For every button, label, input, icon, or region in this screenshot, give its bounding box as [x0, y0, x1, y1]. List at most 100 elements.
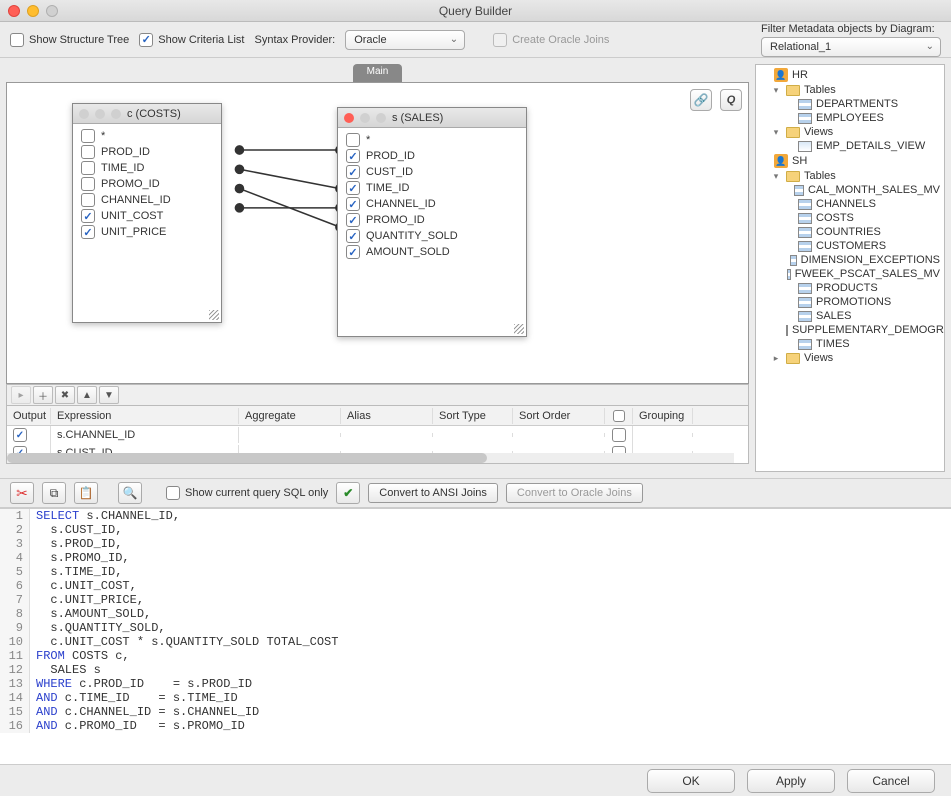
resize-handle[interactable]: [209, 310, 219, 320]
tree-twisty[interactable]: ▾: [770, 85, 782, 96]
table-max-button[interactable]: [376, 113, 386, 123]
show-criteria-list-checkbox[interactable]: [139, 33, 153, 47]
field-row[interactable]: TIME_ID: [75, 160, 219, 176]
table-close-button[interactable]: [79, 109, 89, 119]
field-checkbox[interactable]: [81, 145, 95, 159]
sql-line[interactable]: 14AND c.TIME_ID = s.TIME_ID: [0, 691, 951, 705]
field-checkbox[interactable]: [81, 209, 95, 223]
code-content[interactable]: AND c.CHANNEL_ID = s.CHANNEL_ID: [30, 705, 259, 719]
grid-row[interactable]: s.CHANNEL_ID: [7, 426, 748, 444]
tree-twisty[interactable]: ▸: [770, 353, 782, 364]
field-row[interactable]: TIME_ID: [340, 180, 524, 196]
field-checkbox[interactable]: [346, 181, 360, 195]
table-min-button[interactable]: [360, 113, 370, 123]
expression-cell[interactable]: s.CHANNEL_ID: [51, 427, 239, 443]
tree-node[interactable]: EMP_DETAILS_VIEW: [756, 139, 944, 153]
field-row[interactable]: CHANNEL_ID: [340, 196, 524, 212]
sql-line[interactable]: 1SELECT s.CHANNEL_ID,: [0, 509, 951, 523]
tree-node[interactable]: EMPLOYEES: [756, 111, 944, 125]
field-checkbox[interactable]: [81, 129, 95, 143]
field-row[interactable]: QUANTITY_SOLD: [340, 228, 524, 244]
find-button[interactable]: 🔍: [118, 482, 142, 504]
grid-header-grouping-check[interactable]: [605, 408, 633, 424]
field-checkbox[interactable]: [346, 245, 360, 259]
grid-header-expression[interactable]: Expression: [51, 408, 239, 424]
horizontal-scrollbar[interactable]: [7, 453, 734, 463]
filter-metadata-select[interactable]: Relational_1: [761, 37, 941, 57]
grid-header-grouping[interactable]: Grouping: [633, 408, 693, 424]
sql-line[interactable]: 13WHERE c.PROD_ID = s.PROD_ID: [0, 677, 951, 691]
code-content[interactable]: s.PROMO_ID,: [30, 551, 130, 565]
grid-move-up-button[interactable]: ▲: [77, 386, 97, 404]
query-diagram-canvas[interactable]: 🔗 Q c (COSTS: [6, 82, 749, 384]
code-content[interactable]: s.AMOUNT_SOLD,: [30, 607, 151, 621]
tree-twisty[interactable]: ▾: [770, 171, 782, 182]
table-min-button[interactable]: [95, 109, 105, 119]
field-row[interactable]: CUST_ID: [340, 164, 524, 180]
sql-line[interactable]: 2 s.CUST_ID,: [0, 523, 951, 537]
tree-node[interactable]: CHANNELS: [756, 197, 944, 211]
grid-remove-button[interactable]: ✖: [55, 386, 75, 404]
tree-node[interactable]: DEPARTMENTS: [756, 97, 944, 111]
code-content[interactable]: AND c.PROMO_ID = s.PROMO_ID: [30, 719, 245, 733]
tree-node[interactable]: CAL_MONTH_SALES_MV: [756, 183, 944, 197]
tree-node[interactable]: CUSTOMERS: [756, 239, 944, 253]
ok-button[interactable]: OK: [647, 769, 735, 793]
field-checkbox[interactable]: [346, 165, 360, 179]
cancel-button[interactable]: Cancel: [847, 769, 935, 793]
code-content[interactable]: AND c.TIME_ID = s.TIME_ID: [30, 691, 238, 705]
grid-header-sort-order[interactable]: Sort Order: [513, 408, 605, 424]
link-tables-button[interactable]: 🔗: [690, 89, 712, 111]
convert-ansi-button[interactable]: Convert to ANSI Joins: [368, 483, 498, 503]
tree-node[interactable]: COSTS: [756, 211, 944, 225]
tree-node[interactable]: FWEEK_PSCAT_SALES_MV: [756, 267, 944, 281]
grid-header-output[interactable]: Output: [7, 408, 51, 424]
field-row[interactable]: UNIT_COST: [75, 208, 219, 224]
grid-header-aggregate[interactable]: Aggregate: [239, 408, 341, 424]
code-content[interactable]: c.UNIT_PRICE,: [30, 593, 144, 607]
sql-line[interactable]: 12 SALES s: [0, 663, 951, 677]
field-checkbox[interactable]: [346, 149, 360, 163]
code-content[interactable]: FROM COSTS c,: [30, 649, 130, 663]
tree-node[interactable]: ▸Views: [756, 351, 944, 365]
field-checkbox[interactable]: [81, 177, 95, 191]
show-current-sql-checkbox[interactable]: [166, 486, 180, 500]
syntax-provider-select[interactable]: Oracle: [345, 30, 465, 50]
field-checkbox[interactable]: [346, 197, 360, 211]
tab-main[interactable]: Main: [353, 64, 403, 82]
tree-node[interactable]: PROMOTIONS: [756, 295, 944, 309]
table-window-sales[interactable]: s (SALES) *PROD_IDCUST_IDTIME_IDCHANNEL_…: [337, 107, 527, 337]
sql-line[interactable]: 5 s.TIME_ID,: [0, 565, 951, 579]
sql-line[interactable]: 7 c.UNIT_PRICE,: [0, 593, 951, 607]
sql-line[interactable]: 15AND c.CHANNEL_ID = s.CHANNEL_ID: [0, 705, 951, 719]
table-max-button[interactable]: [111, 109, 121, 119]
paste-button[interactable]: 📋: [74, 482, 98, 504]
show-structure-tree-checkbox[interactable]: [10, 33, 24, 47]
code-content[interactable]: c.UNIT_COST * s.QUANTITY_SOLD TOTAL_COST: [30, 635, 338, 649]
tree-node[interactable]: 👤HR: [756, 67, 944, 83]
sort-type-cell[interactable]: [433, 433, 513, 437]
apply-button[interactable]: Apply: [747, 769, 835, 793]
field-row[interactable]: PROMO_ID: [75, 176, 219, 192]
tree-node[interactable]: TIMES: [756, 337, 944, 351]
alias-cell[interactable]: [341, 433, 433, 437]
tree-node[interactable]: PRODUCTS: [756, 281, 944, 295]
tree-node[interactable]: ▾Tables: [756, 169, 944, 183]
sql-line[interactable]: 4 s.PROMO_ID,: [0, 551, 951, 565]
grid-move-down-button[interactable]: ▼: [99, 386, 119, 404]
aggregate-cell[interactable]: [239, 433, 341, 437]
sql-line[interactable]: 16AND c.PROMO_ID = s.PROMO_ID: [0, 719, 951, 733]
code-content[interactable]: s.CUST_ID,: [30, 523, 122, 537]
sql-line[interactable]: 3 s.PROD_ID,: [0, 537, 951, 551]
field-row[interactable]: *: [75, 128, 219, 144]
table-window-costs[interactable]: c (COSTS) *PROD_IDTIME_IDPROMO_IDCHANNEL…: [72, 103, 222, 323]
grouping-checkbox[interactable]: [612, 428, 626, 442]
tree-node[interactable]: SALES: [756, 309, 944, 323]
sql-line[interactable]: 11FROM COSTS c,: [0, 649, 951, 663]
code-content[interactable]: WHERE c.PROD_ID = s.PROD_ID: [30, 677, 252, 691]
tree-node[interactable]: ▾Tables: [756, 83, 944, 97]
sql-line[interactable]: 8 s.AMOUNT_SOLD,: [0, 607, 951, 621]
field-checkbox[interactable]: [346, 133, 360, 147]
field-checkbox[interactable]: [346, 229, 360, 243]
field-row[interactable]: PROD_ID: [75, 144, 219, 160]
